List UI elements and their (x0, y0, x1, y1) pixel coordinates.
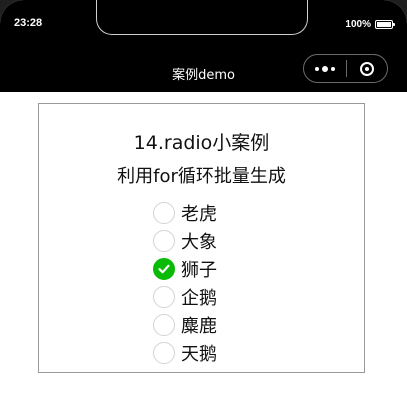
checkmark-icon (158, 264, 170, 274)
radio-unchecked-icon[interactable] (153, 314, 175, 336)
device-notch (96, 0, 308, 35)
radio-label: 老虎 (181, 204, 217, 225)
miniprogram-capsule (303, 54, 388, 83)
radio-unchecked-icon[interactable] (153, 202, 175, 224)
radio-checked-icon[interactable] (153, 258, 175, 280)
radio-label: 麋鹿 (181, 316, 217, 337)
radio-label: 狮子 (181, 260, 217, 281)
page-subtitle: 利用for循环批量生成 (117, 166, 286, 187)
nav-bar: 23:28 100% 案例demo (0, 0, 407, 92)
radio-option[interactable]: 麋鹿 (153, 311, 217, 339)
radio-unchecked-icon[interactable] (153, 286, 175, 308)
radio-unchecked-icon[interactable] (153, 230, 175, 252)
radio-option[interactable]: 狮子 (153, 255, 217, 283)
status-time: 23:28 (14, 17, 43, 29)
phone-screen: 23:28 100% 案例demo 14.radio小案例 利用for循环批量生… (0, 0, 407, 414)
radio-label: 企鹅 (181, 288, 217, 309)
battery-percent: 100% (345, 19, 371, 30)
radio-option[interactable]: 天鹅 (153, 339, 217, 367)
radio-option[interactable]: 老虎 (153, 199, 217, 227)
more-dots-icon (315, 66, 319, 71)
radio-option[interactable]: 大象 (153, 227, 217, 255)
status-right: 100% (345, 19, 395, 30)
content-box: 14.radio小案例 利用for循环批量生成 老虎大象狮子企鹅麋鹿天鹅 (38, 103, 365, 373)
radio-unchecked-icon[interactable] (153, 342, 175, 364)
target-icon (360, 61, 374, 76)
close-miniprogram-button[interactable] (347, 55, 387, 82)
more-menu-button[interactable] (304, 55, 346, 82)
radio-option[interactable]: 企鹅 (153, 283, 217, 311)
radio-group: 老虎大象狮子企鹅麋鹿天鹅 (153, 199, 217, 367)
radio-label: 天鹅 (181, 344, 217, 365)
battery-icon (375, 20, 395, 29)
radio-label: 大象 (181, 232, 217, 253)
page-title: 14.radio小案例 (133, 132, 270, 154)
